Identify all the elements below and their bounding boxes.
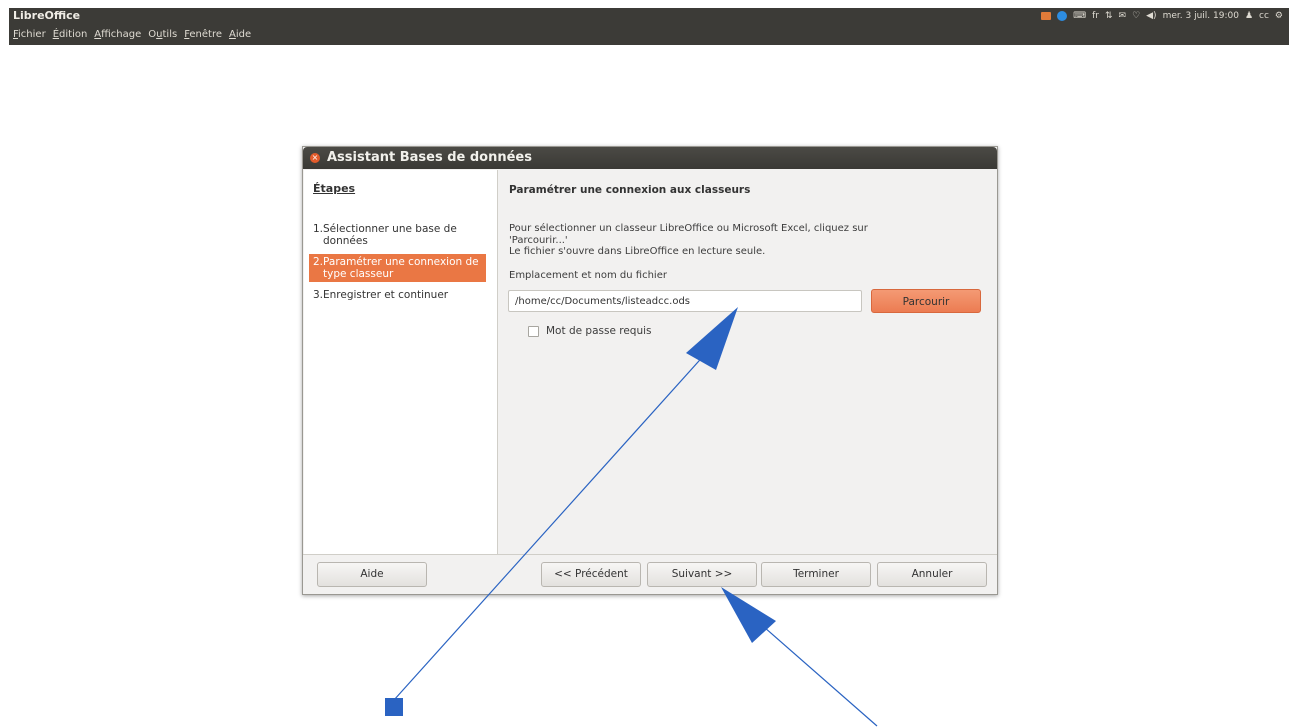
step-label: 2.Paramétrer une connexion de type class… <box>313 256 479 280</box>
wifi-icon[interactable]: ♡ <box>1132 11 1140 21</box>
system-tray: ⌨ fr ⇅ ✉ ♡ ◀) mer. 3 juil. 19:00 ♟ cc ⚙ <box>1041 8 1283 23</box>
app-title: LibreOffice <box>13 9 81 22</box>
step-configure-spreadsheet[interactable]: 2.Paramétrer une connexion de type class… <box>309 254 486 282</box>
menu-outils[interactable]: Outils <box>148 29 177 40</box>
step-label: 3.Enregistrer et continuer <box>313 289 449 301</box>
location-label: Emplacement et nom du fichier <box>509 270 667 281</box>
settings-gear-icon[interactable]: ⚙ <box>1275 11 1283 21</box>
indicator-icon[interactable] <box>1041 11 1052 20</box>
help-button[interactable]: Aide <box>317 562 427 587</box>
clock[interactable]: mer. 3 juil. 19:00 <box>1163 11 1239 21</box>
file-path-input[interactable] <box>508 290 862 312</box>
menu-fenetre[interactable]: Fenêtre <box>184 29 222 40</box>
description-line: Le fichier s'ouvre dans LibreOffice en l… <box>509 246 766 257</box>
dialog-titlebar[interactable]: × Assistant Bases de données <box>303 147 997 169</box>
content-title: Paramétrer une connexion aux classeurs <box>509 184 751 196</box>
menu-bar: Fichier Édition Affichage Outils Fenêtre… <box>9 23 1289 45</box>
button-separator <box>303 554 997 555</box>
step-select-database[interactable]: 1.Sélectionner une base de données <box>309 221 486 249</box>
password-required-option[interactable]: Mot de passe requis <box>528 325 652 337</box>
password-checkbox[interactable] <box>528 325 539 337</box>
mail-icon[interactable]: ✉ <box>1119 11 1127 21</box>
arrow-tail-marker <box>385 698 403 716</box>
database-wizard-dialog: × Assistant Bases de données Étapes 1.Sé… <box>302 146 998 595</box>
menu-aide[interactable]: Aide <box>229 29 251 40</box>
menu-fichier[interactable]: Fichier <box>13 29 46 40</box>
dialog-title: Assistant Bases de données <box>327 150 532 165</box>
description: Pour sélectionner un classeur LibreOffic… <box>509 223 979 258</box>
password-label: Mot de passe requis <box>546 325 652 337</box>
step-save-continue[interactable]: 3.Enregistrer et continuer <box>309 287 486 303</box>
menu-edition[interactable]: Édition <box>53 29 88 40</box>
description-line: 'Parcourir...' <box>509 234 568 246</box>
keyboard-layout[interactable]: fr <box>1092 11 1099 21</box>
next-button[interactable]: Suivant >> <box>647 562 757 587</box>
step-label: 1.Sélectionner une base de données <box>313 223 457 247</box>
steps-heading: Étapes <box>313 182 356 195</box>
keyboard-icon[interactable]: ⌨ <box>1073 11 1086 21</box>
cancel-button[interactable]: Annuler <box>877 562 987 587</box>
user-icon[interactable]: ♟ <box>1245 11 1253 21</box>
arrowhead-to-next-icon <box>721 587 776 643</box>
menu-affichage[interactable]: Affichage <box>94 29 141 40</box>
volume-icon[interactable]: ◀) <box>1146 11 1156 21</box>
network-icon[interactable]: ⇅ <box>1105 11 1113 21</box>
close-icon[interactable]: × <box>310 153 320 163</box>
accessibility-icon[interactable] <box>1057 10 1068 21</box>
finish-button[interactable]: Terminer <box>761 562 871 587</box>
content-panel: Paramétrer une connexion aux classeurs P… <box>498 170 996 554</box>
previous-button[interactable]: << Précédent <box>541 562 641 587</box>
description-line: Pour sélectionner un classeur LibreOffic… <box>509 223 868 234</box>
arrow-line-to-next <box>755 619 878 727</box>
steps-panel: Étapes 1.Sélectionner une base de donnée… <box>304 170 498 554</box>
user-name[interactable]: cc <box>1259 11 1269 21</box>
browse-button[interactable]: Parcourir <box>871 289 981 313</box>
top-panel: LibreOffice ⌨ fr ⇅ ✉ ♡ ◀) mer. 3 juil. 1… <box>9 8 1289 23</box>
